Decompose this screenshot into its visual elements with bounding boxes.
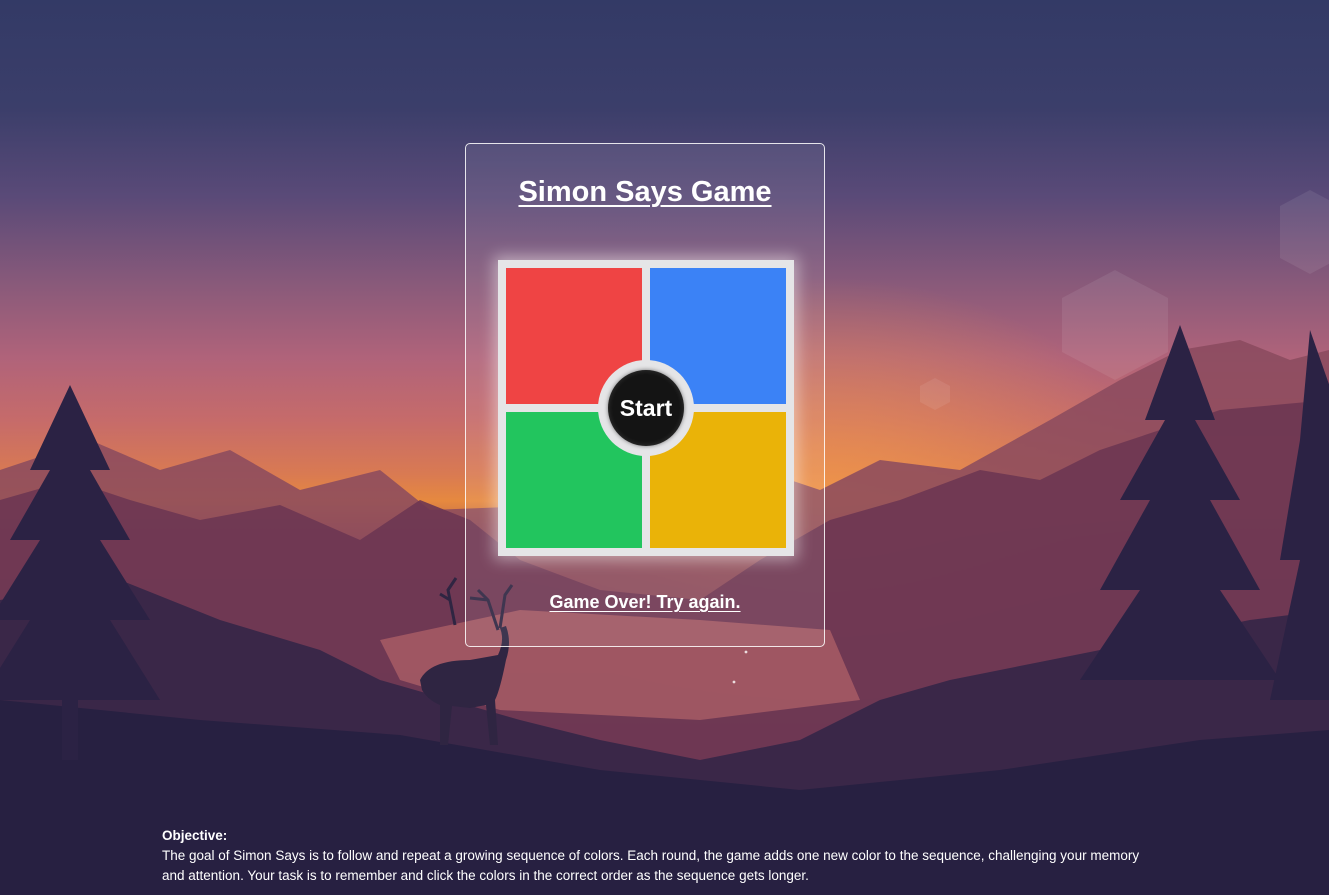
sparkle bbox=[732, 680, 736, 684]
game-title: Simon Says Game bbox=[518, 176, 772, 208]
objective-section: Objective: The goal of Simon Says is to … bbox=[162, 826, 1142, 886]
simon-board: Start bbox=[498, 260, 794, 556]
game-card: Simon Says Game Start Game Over! Try aga… bbox=[465, 143, 825, 647]
sparkle bbox=[744, 650, 748, 654]
start-button[interactable]: Start bbox=[608, 370, 684, 446]
objective-text: The goal of Simon Says is to follow and … bbox=[162, 848, 1140, 883]
hexagon-decoration bbox=[1280, 190, 1329, 274]
start-button-ring: Start bbox=[598, 360, 694, 456]
objective-label: Objective: bbox=[162, 828, 228, 843]
game-status-message: Game Over! Try again. bbox=[549, 592, 741, 612]
